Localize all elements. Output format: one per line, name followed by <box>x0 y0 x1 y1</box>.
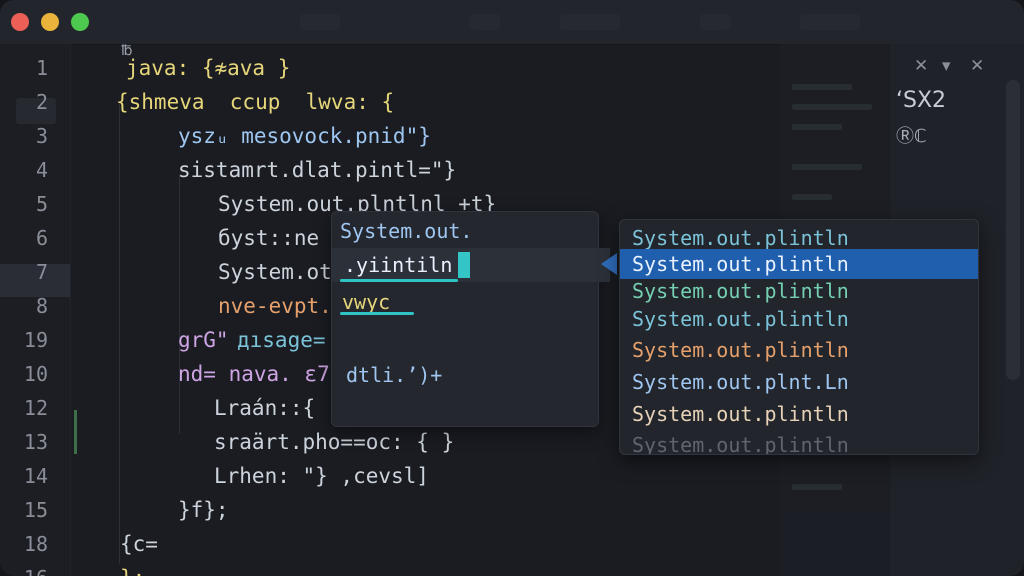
code-line: System.ot <box>218 260 332 284</box>
line-number: 10 <box>23 362 48 386</box>
code-line: }; <box>120 561 145 576</box>
line-number: 14 <box>23 464 48 488</box>
line-number: 5 <box>35 192 48 216</box>
suggestion-item[interactable]: System.out.plintln <box>620 276 978 306</box>
match-underline <box>340 279 458 282</box>
close-icon[interactable]: ✕ <box>970 56 984 76</box>
minimize-window-button[interactable] <box>41 13 59 31</box>
panel-title: ‘SX2 <box>896 88 947 113</box>
title-bar <box>0 0 1024 45</box>
toolbar-blurred-icon <box>300 14 340 30</box>
code-line-tail: дısage= <box>237 328 326 352</box>
code-line: sistamrt.dlat.pintl="} <box>178 158 457 182</box>
line-number: 8 <box>35 294 48 318</box>
code-line: Lraán::{ <box>214 396 316 420</box>
code-line: sraärt.pho==oc: { } <box>214 430 455 454</box>
change-marker <box>74 410 77 454</box>
autocomplete-popup-small: System.out. .yiintiln vwyc dtli.’)+ <box>331 211 610 427</box>
line-number: 2 <box>35 90 48 114</box>
indent-guide <box>179 174 180 434</box>
code-line: yszᵤ mesovock.pnid"} <box>178 124 431 148</box>
close-icon[interactable]: ✕ <box>914 56 928 76</box>
suggestion-item[interactable]: System.out.plnt.Ln <box>620 367 978 397</box>
popup-pointer-arrow <box>601 253 617 275</box>
code-line: Lrhen: "} ,cevsl] <box>214 464 429 488</box>
code-line: {shmeva ccup lwva: { <box>116 90 395 114</box>
suggestion-item[interactable]: System.out.plintln <box>620 304 978 334</box>
line-number: 13 <box>23 430 48 454</box>
code-line: {c= <box>120 532 158 556</box>
line-number: 3 <box>35 124 48 148</box>
minimap-line <box>792 194 832 200</box>
match-underline <box>340 312 414 315</box>
line-number: 4 <box>35 158 48 182</box>
line-number: 1 <box>35 56 48 80</box>
suggestion-item-selected[interactable]: System.out.plintln <box>620 249 978 279</box>
indent-guide <box>119 104 120 564</box>
line-number: 18 <box>23 532 48 556</box>
suggestion-item[interactable]: System.out.plintln <box>620 430 978 454</box>
line-number: 7 <box>35 260 48 284</box>
vertical-scrollbar[interactable] <box>1006 80 1020 380</box>
minimap-line <box>792 164 862 170</box>
toolbar-blurred-icon <box>470 14 500 30</box>
code-line: java: {≉ava } <box>126 56 291 80</box>
line-number-gutter: 1 2 3 4 5 6 7 8 19 10 12 13 14 15 18 16 <box>0 44 71 576</box>
suggestion-item[interactable]: System.out.plintln <box>620 399 978 429</box>
code-line: }f}; <box>178 498 229 522</box>
code-line: grG" <box>178 328 242 352</box>
zoom-window-button[interactable] <box>71 13 89 31</box>
line-number: 12 <box>23 396 48 420</box>
close-window-button[interactable] <box>11 13 29 31</box>
line-number: 16 <box>0 561 48 576</box>
code-line: nd= nava. ε7 <box>178 362 330 386</box>
autocomplete-item-selected[interactable]: .yiintiln <box>332 248 610 282</box>
code-line: nve-evpt. <box>218 294 332 318</box>
editor-window: 1 2 3 4 5 6 7 8 19 10 12 13 14 15 18 16 … <box>0 0 1024 576</box>
line-number: 19 <box>23 328 48 352</box>
minimap-line <box>792 104 872 110</box>
toolbar-blurred-icon <box>560 14 620 30</box>
toolbar-blurred-icon <box>800 14 860 30</box>
chevron-down-icon[interactable]: ▾ <box>942 56 951 76</box>
suggestion-item[interactable]: System.out.plintln <box>620 335 978 365</box>
autocomplete-item[interactable]: System.out. <box>332 214 606 248</box>
autocomplete-item[interactable]: dtli.’)+ <box>332 358 612 392</box>
panel-subtitle: Ⓡℂ <box>896 126 927 147</box>
code-line: бyst::ne <box>218 226 320 250</box>
minimap-line <box>792 484 842 490</box>
text-cursor <box>458 252 470 278</box>
autocomplete-popup-large: System.out.plintln System.out.plintln Sy… <box>619 219 979 455</box>
minimap-line <box>792 124 842 130</box>
toolbar-blurred-icon <box>700 14 730 30</box>
line-number: 6 <box>35 226 48 250</box>
line-number: 15 <box>23 498 48 522</box>
minimap-line <box>792 84 852 90</box>
